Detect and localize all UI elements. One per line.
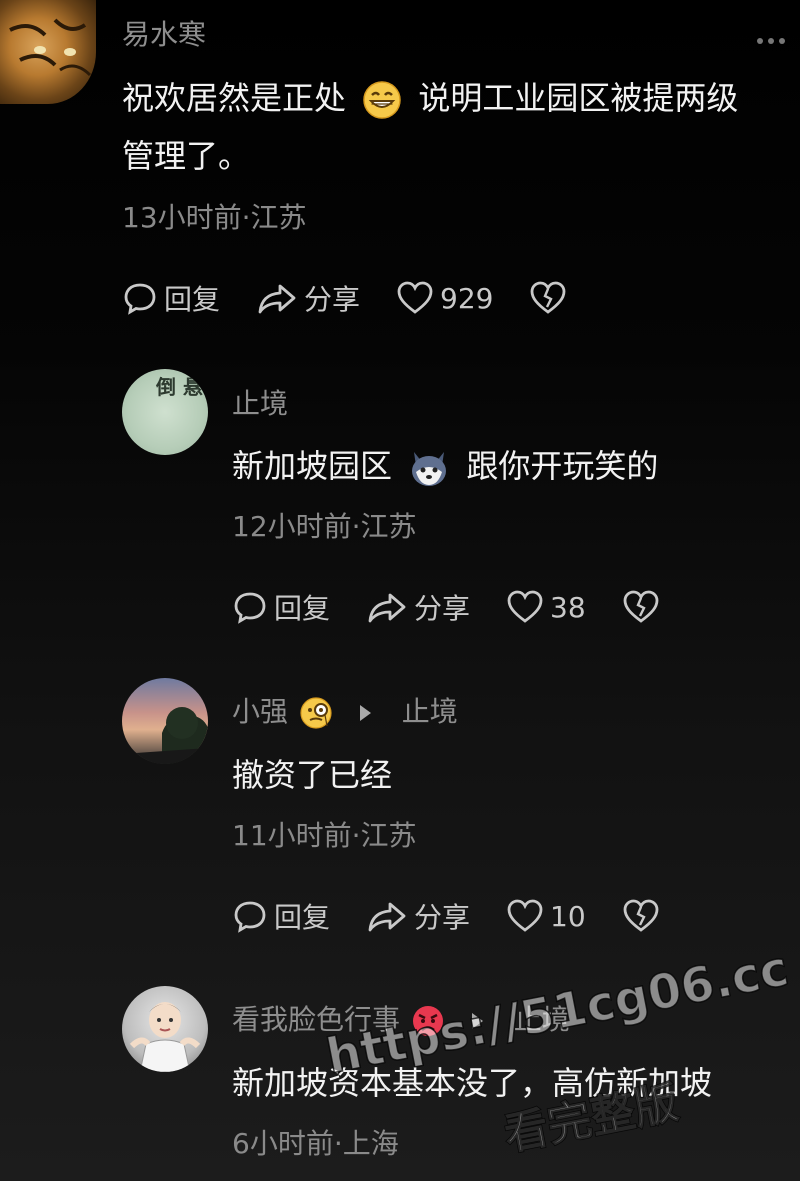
broken-heart-icon	[531, 281, 566, 314]
reply-to-arrow-icon	[359, 705, 371, 721]
reply-label: 回复	[274, 901, 331, 934]
share-label: 分享	[304, 283, 361, 316]
monocle-emoji-icon	[300, 697, 332, 729]
broken-heart-icon	[623, 899, 659, 932]
share-button[interactable]: 分享	[366, 896, 470, 936]
share-button[interactable]: 分享	[256, 278, 360, 318]
reply-button[interactable]: 回复	[232, 587, 330, 627]
comment-text-part: 新加坡园区	[232, 447, 393, 485]
reply-label: 回复	[164, 283, 221, 316]
avatar-calligraphy-text: 倒 悬 山	[156, 375, 208, 399]
dislike-button[interactable]	[529, 280, 573, 316]
username[interactable]: 止境	[232, 382, 288, 422]
share-label: 分享	[414, 901, 471, 934]
share-arrow-icon	[368, 902, 406, 932]
reply-to-user[interactable]: 止境	[402, 695, 458, 728]
broken-heart-icon	[623, 590, 659, 623]
comment-text: 撤资了已经	[232, 756, 393, 794]
speech-bubble-icon	[234, 901, 266, 933]
timestamp-location: 12小时前·江苏	[232, 510, 417, 543]
husky-emoji-icon	[412, 452, 447, 486]
share-label: 分享	[414, 592, 471, 625]
reply-button[interactable]: 回复	[122, 278, 220, 318]
action-bar: 回复 分享 929	[122, 278, 609, 318]
heart-icon	[507, 590, 543, 623]
reply-header: 小强 止境	[232, 690, 458, 730]
action-bar: 回复 分享 10	[232, 896, 702, 936]
comment-text-part: 跟你开玩笑的	[466, 447, 659, 485]
baby-photo	[129, 1002, 201, 1072]
like-button[interactable]: 929	[396, 280, 493, 316]
share-arrow-icon	[258, 284, 296, 314]
timestamp-location: 6小时前·上海	[232, 1127, 399, 1160]
grin-emoji-icon	[363, 81, 401, 119]
like-button[interactable]: 38	[506, 589, 586, 625]
speech-bubble-icon	[234, 592, 266, 624]
like-count: 929	[440, 281, 494, 315]
comment-text-part: 说明工业园区被提两级	[418, 79, 739, 117]
share-arrow-icon	[368, 593, 406, 623]
reply-label: 回复	[274, 592, 331, 625]
reply-button[interactable]: 回复	[232, 896, 330, 936]
dislike-button[interactable]	[622, 589, 666, 625]
heart-icon	[507, 899, 543, 932]
heart-icon	[397, 281, 433, 314]
avatar-sunset[interactable]	[122, 678, 208, 764]
timestamp-location: 13小时前·江苏	[122, 201, 307, 234]
comment-text: 祝欢居然是正处 说明工业园区被提两级	[122, 70, 738, 126]
action-bar: 回复 分享 38	[232, 587, 702, 627]
share-button[interactable]: 分享	[366, 587, 470, 627]
username[interactable]: 易水寒	[122, 13, 206, 53]
avatar-calligraphy[interactable]: 倒 悬 山	[122, 369, 208, 455]
comment-text-line2: 管理了。	[122, 137, 251, 175]
tree-silhouette	[122, 707, 208, 764]
username[interactable]: 小强	[232, 695, 288, 728]
like-count: 10	[550, 899, 586, 933]
avatar-tiger[interactable]	[0, 0, 96, 104]
timestamp-location: 11小时前·江苏	[232, 819, 417, 852]
speech-bubble-icon	[124, 283, 156, 315]
dislike-button[interactable]	[622, 898, 666, 934]
comment-text: 新加坡园区 跟你开玩笑的	[232, 438, 658, 494]
more-dots-icon[interactable]	[757, 38, 790, 44]
avatar-baby[interactable]	[122, 986, 208, 1072]
comment-text-part: 祝欢居然是正处	[122, 79, 347, 117]
like-count: 38	[550, 590, 586, 624]
like-button[interactable]: 10	[506, 898, 586, 934]
tiger-image	[9, 18, 92, 77]
